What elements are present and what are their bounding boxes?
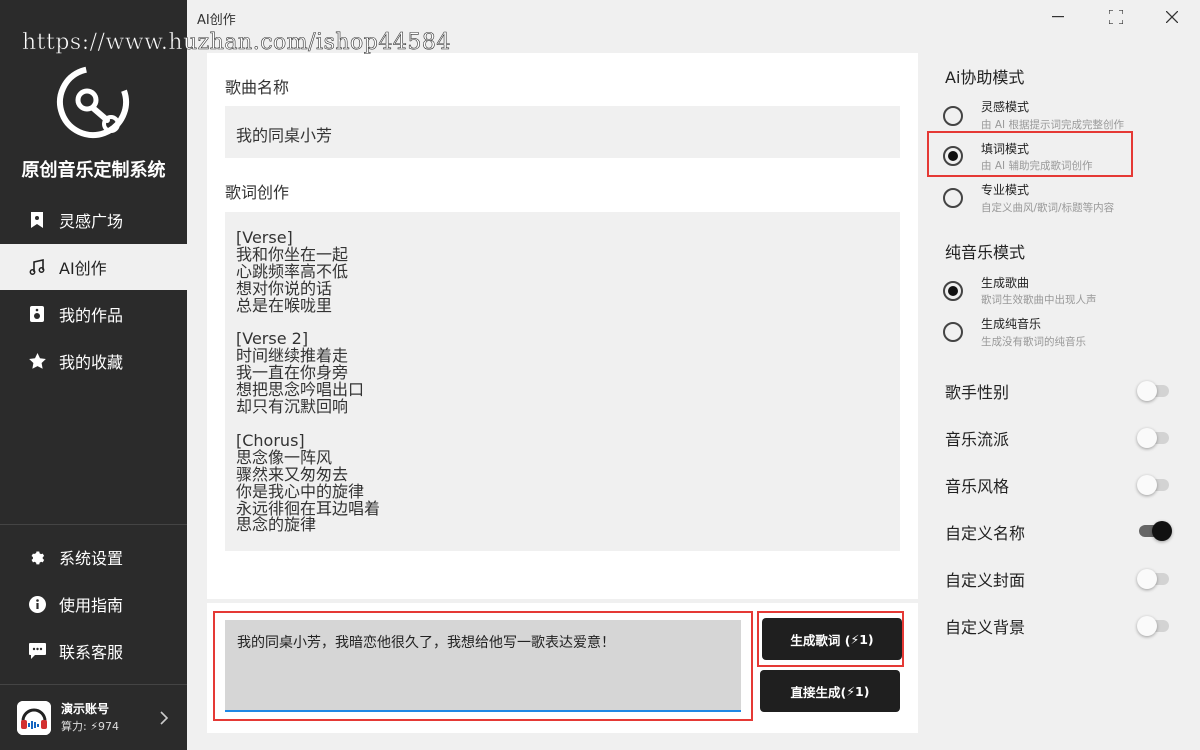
star-icon bbox=[28, 352, 46, 370]
toggle-knob bbox=[1137, 569, 1157, 589]
gear-icon bbox=[28, 548, 46, 566]
lyrics-textarea[interactable]: [Verse] 我和你坐在一起 心跳频率高不低 想对你说的话 总是在喉咙里 [V… bbox=[225, 212, 900, 551]
power-label: 算力: bbox=[61, 720, 87, 733]
ai-mode-desc-2: 自定义曲风/歌词/标题等内容 bbox=[981, 202, 1115, 214]
prompt-panel: 我的同桌小芳，我暗恋他很久了，我想给他写一歌表达爱意！ 生成歌词 (⚡ 1) 直接… bbox=[207, 603, 918, 733]
nav-item-label: 我的作品 bbox=[59, 306, 124, 325]
toggle-label-custom-background: 自定义背景 bbox=[945, 618, 1026, 637]
nav-item-inspiration[interactable]: 灵感广场 bbox=[0, 197, 187, 243]
app-logo-icon bbox=[53, 62, 133, 142]
sidebar-divider bbox=[0, 524, 187, 525]
nav-item-label: 我的收藏 bbox=[59, 353, 124, 372]
music-mode-desc-1: 生成没有歌词的纯音乐 bbox=[981, 336, 1086, 348]
music-mode-title-0: 生成歌曲 bbox=[981, 276, 1030, 290]
nav-item-label: AI创作 bbox=[59, 259, 107, 278]
ai-mode-title-2: 专业模式 bbox=[981, 183, 1030, 197]
power-value: 974 bbox=[97, 720, 119, 733]
music-mode-desc-0: 歌词生效歌曲中出现人声 bbox=[981, 294, 1097, 306]
account-power: 算力: ⚡974 bbox=[61, 718, 119, 735]
window-title: AI创作 bbox=[197, 13, 236, 28]
nav-item-label: 联系客服 bbox=[59, 643, 124, 662]
account-panel[interactable]: 演示账号 算力: ⚡974 bbox=[0, 686, 187, 750]
nav-item-guide[interactable]: 使用指南 bbox=[0, 581, 187, 627]
bolt-icon: ⚡ bbox=[846, 683, 856, 699]
music-mode-title: 纯音乐模式 bbox=[945, 243, 1026, 262]
direct-generate-button[interactable]: 直接生成(⚡ 1) bbox=[760, 670, 900, 712]
watermark-text: https://www.huzhan.com/ishop44584 bbox=[22, 30, 451, 56]
nav-item-support[interactable]: 联系客服 bbox=[0, 628, 187, 674]
nav-item-ai-create[interactable]: AI创作 bbox=[0, 244, 187, 290]
radio-pro-mode[interactable] bbox=[943, 188, 963, 208]
creation-panel: 歌曲名称 我的同桌小芳 歌词创作 [Verse] 我和你坐在一起 心跳频率高不低… bbox=[207, 53, 918, 599]
radio-inspiration-mode[interactable] bbox=[943, 106, 963, 126]
direct-generate-cost: 1) bbox=[855, 683, 870, 699]
chevron-right-icon[interactable] bbox=[160, 710, 169, 729]
direct-generate-label: 直接生成( bbox=[790, 684, 847, 700]
toggle-singer-gender[interactable] bbox=[1137, 381, 1169, 401]
prompt-input[interactable]: 我的同桌小芳，我暗恋他很久了，我想给他写一歌表达爱意！ bbox=[225, 620, 741, 712]
toggle-label-genre: 音乐流派 bbox=[945, 430, 1010, 449]
ai-mode-title: Ai协助模式 bbox=[945, 68, 1025, 87]
toggle-custom-name[interactable] bbox=[1139, 521, 1172, 541]
options-panel: Ai协助模式 灵感模式 由 AI 根据提示词完成完整创作 填词模式 由 AI 辅… bbox=[918, 34, 1200, 750]
bookmark-icon bbox=[28, 211, 46, 229]
toggle-knob bbox=[1137, 381, 1157, 401]
sidebar-divider bbox=[0, 684, 187, 685]
toggle-label-custom-name: 自定义名称 bbox=[945, 524, 1026, 543]
toggle-knob bbox=[1152, 521, 1172, 541]
sidebar: 原创音乐定制系统 灵感广场 AI创作 我的作品 我的收藏 系统设置 使用指南 联… bbox=[0, 0, 187, 750]
toggle-label-custom-cover: 自定义封面 bbox=[945, 571, 1026, 590]
nav-item-label: 灵感广场 bbox=[59, 212, 124, 231]
chat-icon bbox=[28, 642, 46, 660]
toggle-style[interactable] bbox=[1137, 475, 1169, 495]
music-note-icon bbox=[28, 258, 46, 276]
account-name: 演示账号 bbox=[61, 702, 110, 716]
bolt-icon: ⚡ bbox=[90, 720, 98, 733]
toggle-genre[interactable] bbox=[1137, 428, 1169, 448]
info-icon bbox=[28, 595, 46, 613]
speaker-icon bbox=[28, 305, 46, 323]
generate-lyrics-label: 生成歌词 ( bbox=[790, 632, 851, 648]
toggle-label-singer-gender: 歌手性别 bbox=[945, 383, 1010, 402]
radio-lyrics-mode[interactable] bbox=[943, 146, 963, 166]
generate-lyrics-cost: 1) bbox=[859, 631, 874, 647]
minimize-icon[interactable] bbox=[1049, 8, 1067, 26]
generate-highlight: 生成歌词 (⚡ 1) bbox=[757, 611, 904, 667]
nav-item-favorites[interactable]: 我的收藏 bbox=[0, 338, 187, 384]
ai-mode-desc-0: 由 AI 根据提示词完成完整创作 bbox=[981, 119, 1124, 131]
app-name: 原创音乐定制系统 bbox=[21, 160, 166, 181]
toggle-knob bbox=[1137, 428, 1157, 448]
radio-instrumental-mode[interactable] bbox=[943, 322, 963, 342]
account-info: 演示账号 算力: ⚡974 bbox=[61, 701, 119, 735]
nav-item-label: 系统设置 bbox=[59, 549, 124, 568]
nav-item-label: 使用指南 bbox=[59, 596, 124, 615]
music-mode-title-1: 生成纯音乐 bbox=[981, 317, 1042, 331]
title-bar: AI创作 bbox=[187, 0, 1200, 34]
close-icon[interactable] bbox=[1163, 8, 1181, 26]
ai-mode-title-0: 灵感模式 bbox=[981, 100, 1030, 114]
song-name-input[interactable]: 我的同桌小芳 bbox=[225, 106, 900, 158]
radio-song-mode[interactable] bbox=[943, 281, 963, 301]
ai-mode-desc-1: 由 AI 辅助完成歌词创作 bbox=[981, 160, 1093, 172]
lyrics-label: 歌词创作 bbox=[225, 183, 290, 202]
maximize-icon[interactable] bbox=[1107, 8, 1125, 26]
avatar bbox=[17, 701, 51, 735]
toggle-knob bbox=[1137, 616, 1157, 636]
toggle-knob bbox=[1137, 475, 1157, 495]
nav-item-settings[interactable]: 系统设置 bbox=[0, 534, 187, 580]
prompt-highlight: 我的同桌小芳，我暗恋他很久了，我想给他写一歌表达爱意！ bbox=[213, 611, 753, 721]
bolt-icon: ⚡ bbox=[850, 631, 860, 647]
toggle-custom-background[interactable] bbox=[1137, 616, 1169, 636]
nav-item-my-works[interactable]: 我的作品 bbox=[0, 291, 187, 337]
toggle-custom-cover[interactable] bbox=[1137, 569, 1169, 589]
generate-lyrics-button[interactable]: 生成歌词 (⚡ 1) bbox=[762, 618, 902, 660]
ai-mode-title-1: 填词模式 bbox=[981, 142, 1030, 156]
song-name-label: 歌曲名称 bbox=[225, 78, 290, 97]
toggle-label-style: 音乐风格 bbox=[945, 477, 1010, 496]
